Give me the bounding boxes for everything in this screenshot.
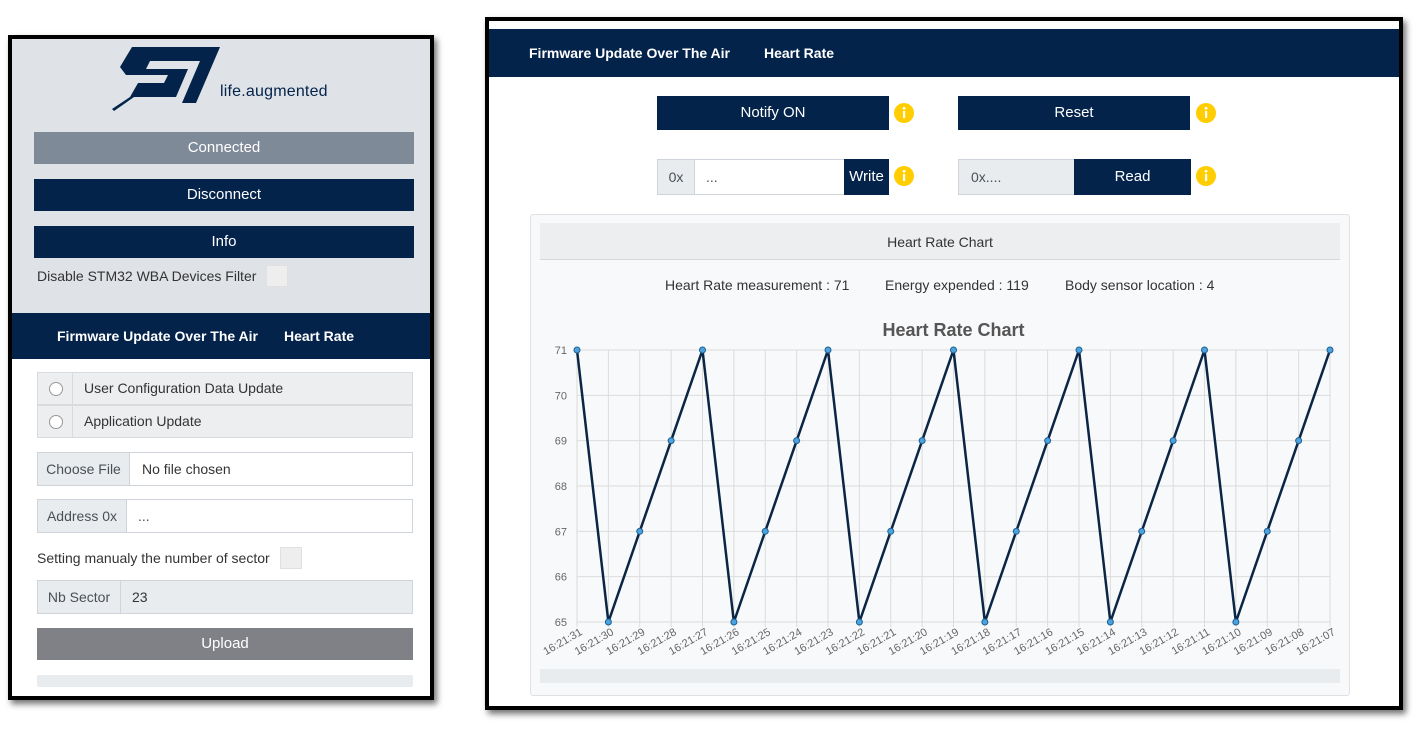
info-button[interactable]: Info: [34, 226, 414, 258]
left-navbar: Firmware Update Over The Air Heart Rate: [12, 313, 430, 359]
nav-heart-rate[interactable]: Heart Rate: [284, 313, 354, 359]
data-point: [824, 346, 832, 354]
y-tick-label: 69: [555, 436, 567, 448]
data-point: [793, 437, 801, 445]
y-tick-label: 66: [555, 572, 567, 584]
read-button[interactable]: Read: [1074, 159, 1191, 195]
data-point: [573, 346, 581, 354]
address-input-group: Address 0x ...: [37, 499, 413, 533]
heart-rate-chart: Heart Rate Chart6566676869707116:21:3116…: [541, 320, 1337, 658]
data-point: [950, 346, 957, 354]
info-icon[interactable]: [1195, 102, 1217, 124]
st-logo-icon: [112, 47, 220, 111]
nb-sector-prefix: Nb Sector: [38, 581, 121, 613]
data-point: [1263, 527, 1271, 535]
radio-button[interactable]: [49, 415, 63, 429]
file-name: No file chosen: [142, 461, 231, 477]
nav-fuota[interactable]: Firmware Update Over The Air: [57, 313, 258, 359]
radio-button[interactable]: [49, 382, 63, 396]
radio-label: Application Update: [84, 413, 202, 429]
devices-filter-checkbox[interactable]: [266, 265, 289, 287]
notify-button[interactable]: Notify ON: [657, 96, 889, 130]
data-point: [1295, 437, 1303, 445]
upload-progress-bar: [37, 675, 413, 687]
sector-manual-checkbox[interactable]: [279, 547, 302, 569]
y-tick-label: 71: [555, 345, 567, 357]
read-input-group: 0x.... Read: [958, 159, 1191, 195]
data-point: [918, 437, 926, 445]
nb-sector-group: Nb Sector 23: [37, 580, 413, 614]
disconnect-button[interactable]: Disconnect: [34, 179, 414, 211]
chart-title: Heart Rate Chart: [882, 320, 1024, 340]
sector-manual-row: Setting manualy the number of sector: [37, 547, 302, 569]
data-point: [1138, 527, 1146, 535]
y-tick-label: 70: [555, 390, 567, 402]
file-input[interactable]: Choose File No file chosen: [37, 452, 413, 486]
reset-button[interactable]: Reset: [958, 96, 1190, 130]
data-point: [730, 618, 738, 626]
nav-heart-rate[interactable]: Heart Rate: [764, 29, 834, 77]
write-input[interactable]: ...: [706, 160, 718, 194]
write-input-group: 0x ... Write: [657, 159, 889, 195]
data-point: [1232, 618, 1240, 626]
heart-rate-card: Heart Rate Chart Heart Rate measurement …: [530, 214, 1350, 696]
connected-button[interactable]: Connected: [34, 132, 414, 164]
y-tick-label: 68: [555, 481, 567, 493]
info-icon[interactable]: [893, 165, 915, 187]
data-point: [855, 618, 863, 626]
logo-tagline: life.augmented: [220, 83, 328, 100]
y-tick-label: 67: [555, 526, 567, 538]
y-tick-label: 65: [555, 617, 567, 629]
data-point: [1201, 346, 1208, 354]
radio-user-config[interactable]: User Configuration Data Update: [37, 372, 413, 405]
card-footer: [540, 669, 1340, 683]
info-icon[interactable]: [1195, 165, 1217, 187]
data-point: [699, 346, 706, 354]
address-prefix: Address 0x: [38, 500, 127, 532]
radio-application-update[interactable]: Application Update: [37, 405, 413, 438]
data-point: [887, 527, 895, 535]
data-point: [636, 527, 644, 535]
data-point: [981, 618, 989, 626]
devices-filter-label: Disable STM32 WBA Devices Filter: [37, 268, 257, 284]
data-point: [1326, 346, 1334, 354]
upload-button[interactable]: Upload: [37, 628, 413, 660]
st-logo: life.augmented: [112, 47, 352, 111]
address-input[interactable]: ...: [138, 500, 150, 532]
write-button[interactable]: Write: [844, 159, 889, 195]
nb-sector-input[interactable]: 23: [132, 581, 148, 613]
info-icon[interactable]: [893, 102, 915, 124]
data-point: [1012, 527, 1020, 535]
data-point: [1169, 437, 1177, 445]
devices-filter-row: Disable STM32 WBA Devices Filter: [37, 265, 289, 287]
data-point: [1075, 346, 1083, 354]
connection-area: life.augmented Connected Disconnect Info…: [12, 39, 430, 313]
write-prefix: 0x: [658, 160, 695, 194]
right-navbar: Firmware Update Over The Air Heart Rate: [489, 29, 1399, 77]
data-point: [604, 618, 612, 626]
data-point: [667, 437, 675, 445]
radio-label: User Configuration Data Update: [84, 380, 284, 396]
choose-file-button[interactable]: Choose File: [38, 453, 130, 485]
left-panel: life.augmented Connected Disconnect Info…: [8, 35, 434, 700]
read-value: 0x....: [971, 169, 1002, 185]
right-panel: Firmware Update Over The Air Heart Rate …: [485, 17, 1403, 710]
sector-manual-label: Setting manualy the number of sector: [37, 550, 270, 566]
data-point: [1044, 437, 1052, 445]
data-point: [761, 527, 769, 535]
nav-fuota[interactable]: Firmware Update Over The Air: [529, 29, 730, 77]
data-point: [1106, 618, 1114, 626]
